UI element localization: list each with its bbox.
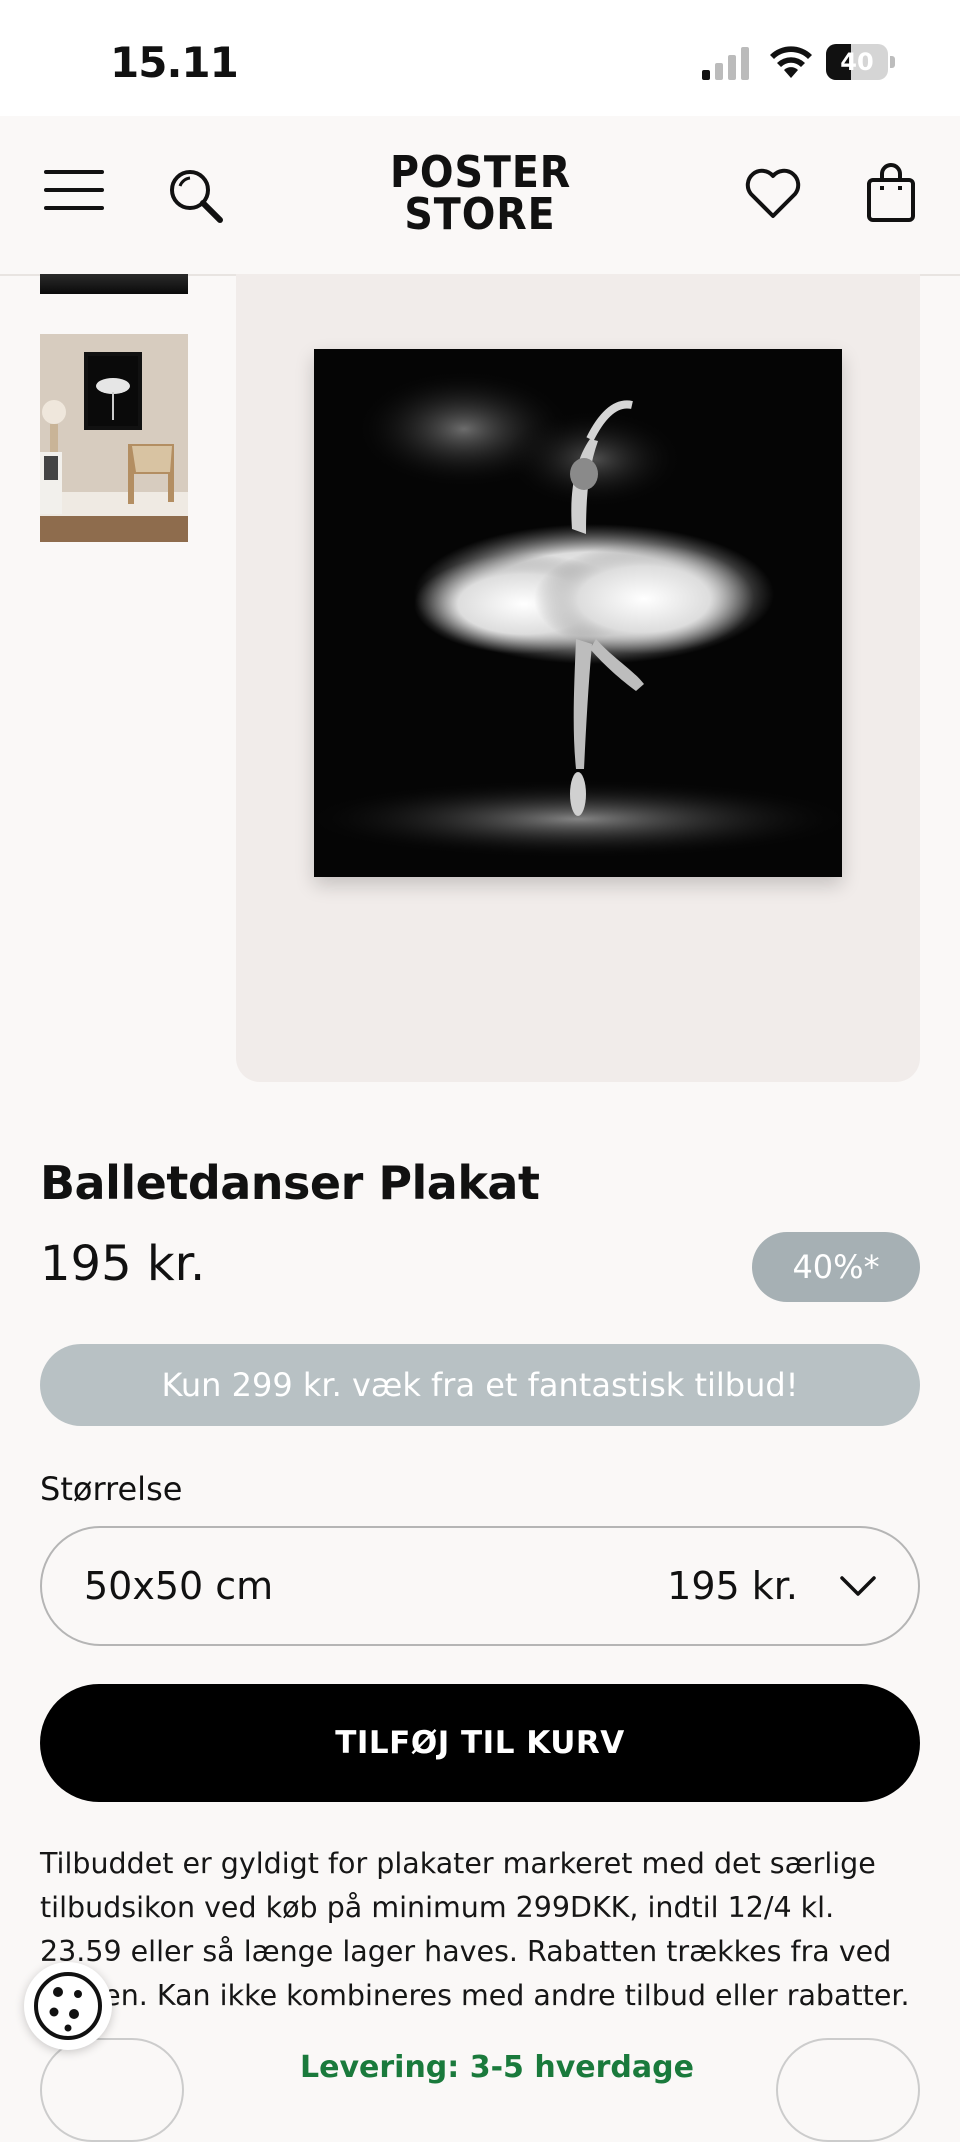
logo-line-1: POSTER — [390, 147, 572, 198]
cookie-icon — [34, 1972, 102, 2040]
poster-store-logo[interactable]: POSTER STORE — [380, 147, 580, 242]
size-label: Størrelse — [40, 1470, 183, 1508]
cellular-signal-icon — [702, 47, 749, 80]
gallery-thumbnail-2[interactable] — [40, 334, 188, 542]
heart-icon[interactable] — [744, 166, 802, 222]
ballet-dancer-poster-image[interactable] — [314, 349, 842, 877]
add-to-cart-button[interactable]: TILFØJ TIL KURV — [40, 1684, 920, 1802]
chevron-down-icon — [840, 1576, 876, 1596]
discount-badge: 40%* — [752, 1232, 920, 1302]
cookie-settings-button[interactable] — [24, 1962, 112, 2050]
size-select[interactable]: 50x50 cm 195 kr. — [40, 1526, 920, 1646]
selected-size: 50x50 cm — [84, 1564, 274, 1608]
product-price: 195 kr. — [40, 1236, 206, 1292]
status-time: 15.11 — [110, 38, 239, 87]
offer-banner: Kun 299 kr. væk fra et fantastisk tilbud… — [40, 1344, 920, 1426]
logo-line-2: STORE — [404, 189, 556, 240]
room-scene-image — [40, 334, 188, 542]
delivery-info: Levering: 3-5 hverdage — [300, 2050, 694, 2085]
product-title: Balletdanser Plakat — [40, 1156, 540, 1210]
menu-button[interactable] — [44, 168, 106, 214]
search-icon[interactable] — [166, 166, 226, 226]
battery-icon: 40 — [826, 44, 896, 80]
wifi-icon — [770, 46, 812, 78]
battery-level: 40 — [840, 48, 874, 76]
menu-icon — [44, 170, 104, 174]
offer-terms-text: Tilbuddet er gyldigt for plakater marker… — [40, 1847, 910, 2012]
info-pill-left[interactable] — [40, 2038, 184, 2142]
info-pill-right[interactable] — [776, 2038, 920, 2142]
selected-size-price: 195 kr. — [667, 1564, 798, 1608]
bag-icon[interactable] — [866, 162, 916, 224]
gallery-thumbnail-1[interactable] — [40, 274, 188, 294]
